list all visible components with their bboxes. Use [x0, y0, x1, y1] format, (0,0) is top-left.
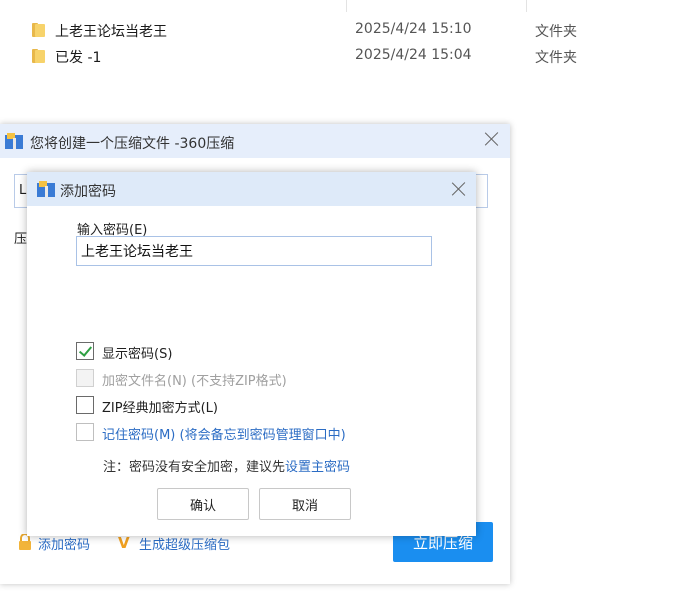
password-dialog-title-bar: 添加密码 — [27, 172, 476, 206]
close-icon[interactable] — [452, 182, 466, 196]
zip-classic-label: ZIP经典加密方式(L) — [102, 401, 218, 416]
folder-icon — [32, 49, 46, 63]
remember-password-label: 记住密码(M) (将会备忘到密码管理窗口中) — [102, 428, 346, 443]
security-note: 注：密码没有安全加密，建议先设置主密码 — [103, 456, 350, 475]
archive-app-icon — [37, 181, 55, 197]
file-type: 文件夹 — [535, 50, 577, 66]
checkbox-box — [76, 369, 94, 387]
file-name: 上老王论坛当老王 — [55, 24, 167, 40]
compress-label: 压 — [14, 232, 28, 247]
password-dialog: 添加密码 输入密码(E) 显示密码(S) 加密文件名(N) (不支持ZIP格式)… — [27, 172, 476, 536]
super-pack-link[interactable]: 生成超级压缩包 — [139, 534, 230, 553]
archive-app-icon — [5, 133, 23, 149]
column-divider — [526, 0, 527, 12]
add-password-link[interactable]: 添加密码 — [38, 534, 90, 553]
set-master-password-link[interactable]: 设置主密码 — [285, 460, 350, 475]
password-input[interactable] — [76, 236, 432, 266]
checkbox-box[interactable] — [76, 396, 94, 414]
file-name: 已发 -1 — [55, 50, 102, 66]
close-icon[interactable] — [485, 132, 499, 146]
lock-icon — [19, 534, 31, 550]
encrypt-filenames-label: 加密文件名(N) (不支持ZIP格式) — [102, 374, 287, 389]
file-date: 2025/4/24 15:04 — [355, 47, 472, 63]
file-row[interactable]: 已发 -1 2025/4/24 15:04 文件夹 — [0, 44, 678, 70]
compress-dialog-title-bar: 您将创建一个压缩文件 -360压缩 — [0, 124, 510, 158]
password-dialog-title: 添加密码 — [60, 184, 116, 200]
v-badge-icon: V — [118, 534, 130, 552]
checkmark-icon — [78, 343, 93, 357]
cancel-button[interactable]: 取消 — [259, 488, 351, 520]
checkbox-box[interactable] — [76, 342, 94, 360]
file-type: 文件夹 — [535, 24, 577, 40]
file-row[interactable]: 上老王论坛当老王 2025/4/24 15:10 文件夹 — [0, 18, 678, 44]
checkbox-box[interactable] — [76, 423, 94, 441]
file-date: 2025/4/24 15:10 — [355, 21, 472, 37]
ok-button[interactable]: 确认 — [157, 488, 249, 520]
folder-icon — [32, 23, 46, 37]
compress-dialog-title: 您将创建一个压缩文件 -360压缩 — [30, 136, 235, 152]
security-note-text: 注：密码没有安全加密，建议先 — [103, 460, 286, 475]
column-divider — [346, 0, 347, 12]
archive-path-text: L — [19, 183, 27, 198]
show-password-label: 显示密码(S) — [102, 347, 173, 362]
